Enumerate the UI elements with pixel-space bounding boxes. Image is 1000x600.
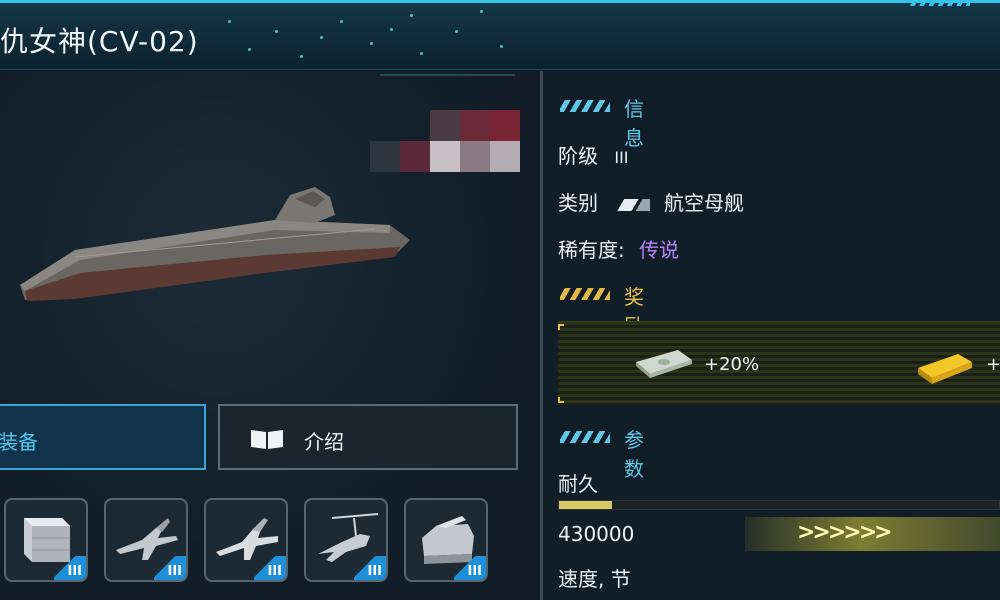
tier-badge: III — [354, 556, 386, 580]
speed-label: 速度, 节 — [558, 567, 631, 591]
equipment-slot-2[interactable]: III — [104, 498, 188, 582]
durability-bar — [558, 500, 1000, 510]
durability-bar-fill — [559, 501, 612, 509]
tier-row: 阶级 III — [558, 140, 629, 169]
tab-equipment[interactable]: 装备 — [0, 404, 206, 470]
tier-badge: III — [454, 556, 486, 580]
tier-badge: III — [254, 556, 286, 580]
particle — [410, 14, 413, 17]
section-stripes-icon — [560, 288, 610, 300]
tier-badge: III — [54, 556, 86, 580]
category-value: 航空母舰 — [664, 191, 744, 215]
carrier-class-icon — [616, 198, 650, 211]
params-heading: 参数 — [624, 428, 644, 481]
tab-equipment-label: 装备 — [0, 430, 38, 454]
section-stripes-icon — [560, 431, 610, 443]
gold-bonus-value: +2 — [986, 354, 1000, 375]
particle — [228, 20, 231, 23]
equipment-slot-5[interactable]: III — [404, 498, 488, 582]
panel-top-line — [380, 74, 515, 76]
rewards-band: +20% +2 — [558, 321, 1000, 405]
chevron-right-icon: >>>>>> — [797, 520, 893, 545]
particle — [320, 36, 323, 39]
particle — [455, 30, 458, 33]
particle — [390, 28, 393, 31]
particle — [248, 48, 251, 51]
cash-bonus-value: +20% — [704, 354, 760, 375]
particle — [420, 52, 423, 55]
category-label: 类别 — [558, 191, 598, 215]
cash-icon — [636, 350, 692, 378]
tab-introduction-label: 介绍 — [304, 430, 344, 454]
rarity-row: 稀有度: 传说 — [558, 234, 679, 263]
title-bar-stripes — [910, 2, 970, 6]
title-bar-accent-line — [0, 0, 1000, 3]
equipment-slot-1[interactable]: III — [4, 498, 88, 582]
ship-title: 仇女神(CV-02) — [0, 25, 199, 58]
book-icon — [251, 430, 283, 449]
durability-value: 430000 — [558, 522, 635, 546]
corner-bracket — [558, 324, 564, 330]
particle — [300, 55, 303, 58]
corner-bracket — [558, 397, 564, 403]
particle — [370, 42, 373, 45]
tier-badge: III — [154, 556, 186, 580]
rarity-value: 传说 — [639, 238, 680, 262]
particle — [340, 20, 343, 23]
tab-introduction[interactable]: 介绍 — [218, 404, 518, 470]
durability-label: 耐久 — [558, 472, 598, 496]
title-bar: 仇女神(CV-02) — [0, 0, 1000, 70]
tier-value: III — [614, 148, 629, 167]
rarity-label: 稀有度: — [558, 238, 625, 262]
section-stripes-icon — [560, 100, 610, 112]
category-row: 类别 航空母舰 — [558, 187, 744, 216]
equipment-slot-4[interactable]: III — [304, 498, 388, 582]
gold-bar-icon — [918, 354, 972, 384]
particle — [480, 10, 483, 13]
aircraft-carrier-model — [20, 187, 410, 301]
tier-label: 阶级 — [558, 144, 598, 168]
pixelated-emblem — [370, 110, 522, 172]
upgrade-chevrons: >>>>>> — [745, 517, 1000, 551]
equipment-slot-3[interactable]: III — [204, 498, 288, 582]
particle — [500, 45, 503, 48]
particle — [275, 30, 278, 33]
